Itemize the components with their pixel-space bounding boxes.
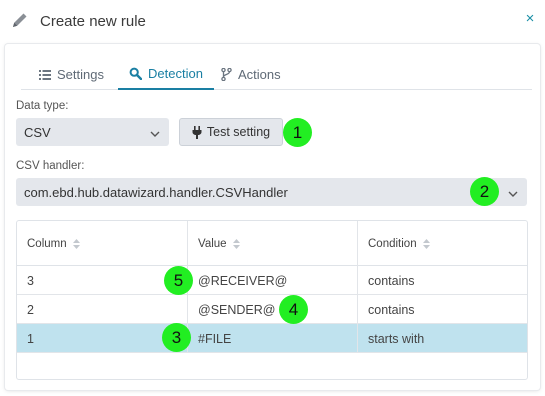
sort-icon: [422, 238, 430, 249]
column-header-label: Column: [27, 237, 67, 250]
tab-settings[interactable]: Settings: [39, 59, 119, 90]
chevron-down-icon: [150, 127, 160, 137]
test-setting-button[interactable]: Test setting: [179, 118, 283, 146]
csv-handler-select[interactable]: com.ebd.hub.datawizard.handler.CSVHandle…: [16, 178, 527, 206]
data-type-select[interactable]: CSV: [16, 118, 169, 146]
csv-handler-label: CSV handler:: [16, 160, 85, 172]
table-row[interactable]: 2 @SENDER@ contains: [17, 295, 527, 324]
marker-2: 2: [470, 177, 499, 206]
dialog-title: Create new rule: [40, 13, 146, 30]
cell-condition: contains: [357, 266, 527, 295]
test-setting-label: Test setting: [206, 125, 271, 139]
marker-4: 4: [279, 295, 308, 324]
cell-value: @SENDER@: [187, 295, 357, 324]
plug-icon: [192, 125, 202, 139]
cell-value: @RECEIVER@: [187, 266, 357, 295]
column-header-label: Condition: [368, 237, 417, 250]
detection-table: Column Value Condition 3 @RECEIVER@ cont…: [16, 220, 528, 380]
cell-value: #FILE: [187, 324, 357, 353]
dialog-header: Create new rule ×: [0, 0, 545, 42]
table-header: Column Value Condition: [17, 221, 527, 266]
tab-actions[interactable]: Actions: [221, 59, 291, 90]
table-row-selected[interactable]: 1 #FILE starts with: [17, 324, 527, 353]
close-icon[interactable]: ×: [523, 11, 537, 27]
marker-3: 3: [162, 323, 191, 352]
marker-5: 5: [164, 266, 193, 295]
list-icon: [39, 69, 51, 80]
search-icon: [129, 67, 143, 80]
table-row[interactable]: 3 @RECEIVER@ contains: [17, 266, 527, 295]
pencil-icon: [10, 10, 30, 30]
rule-panel: Settings Detection Actions Data type: CS…: [5, 44, 540, 390]
chevron-down-icon: [508, 187, 518, 197]
data-type-value: CSV: [24, 124, 51, 140]
tab-detection-label: Detection: [148, 66, 203, 81]
column-header-label: Value: [198, 237, 227, 250]
column-header-condition[interactable]: Condition: [357, 221, 527, 266]
tab-settings-label: Settings: [57, 67, 104, 82]
data-type-label: Data type:: [16, 100, 69, 112]
cell-condition: starts with: [357, 324, 527, 353]
tab-actions-label: Actions: [238, 67, 281, 82]
tab-bar: Settings Detection Actions: [21, 59, 532, 90]
sort-icon: [232, 238, 240, 249]
sort-icon: [72, 238, 80, 249]
cell-condition: contains: [357, 295, 527, 324]
tab-detection[interactable]: Detection: [118, 59, 214, 90]
cell-column: 3: [27, 273, 34, 288]
column-header-column[interactable]: Column: [17, 221, 187, 266]
csv-handler-value: com.ebd.hub.datawizard.handler.CSVHandle…: [24, 184, 288, 200]
marker-1: 1: [283, 118, 312, 147]
column-header-value[interactable]: Value: [187, 221, 357, 266]
branch-icon: [221, 68, 232, 81]
cell-column: 2: [27, 302, 34, 317]
